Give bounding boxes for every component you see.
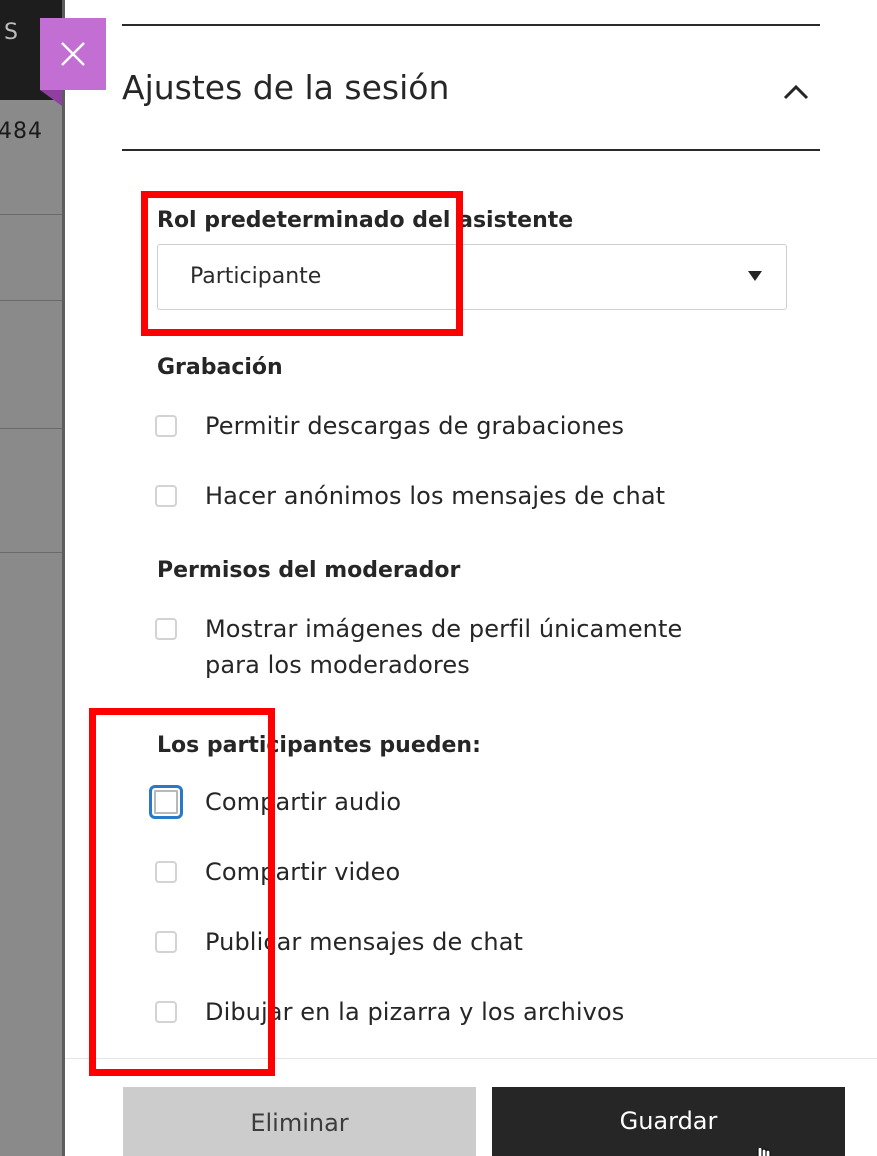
title-divider xyxy=(122,149,820,151)
checkbox-label-line1: Mostrar imágenes de perfil únicamente xyxy=(205,615,683,643)
background-divider xyxy=(0,428,62,429)
collapse-button[interactable] xyxy=(776,74,816,110)
background-content xyxy=(0,100,62,1156)
chevron-up-icon xyxy=(783,84,809,100)
checkbox-box[interactable] xyxy=(155,861,177,883)
save-button[interactable]: Guardar xyxy=(492,1087,845,1156)
screen: S 484 Ajustes de la sesión Rol predeterm… xyxy=(0,0,877,1156)
checkbox-label: Hacer anónimos los mensajes de chat xyxy=(205,482,666,510)
background-number: 484 xyxy=(0,119,43,144)
checkbox-box[interactable] xyxy=(155,1001,177,1023)
delete-button[interactable]: Eliminar xyxy=(123,1087,476,1156)
background-divider xyxy=(0,552,62,553)
background-divider xyxy=(0,214,62,215)
checkbox-share-audio[interactable]: Compartir audio xyxy=(149,785,401,820)
checkbox-post-chat[interactable]: Publicar mensajes de chat xyxy=(155,928,523,960)
default-role-label: Rol predeterminado del asistente xyxy=(157,208,574,233)
participants-heading: Los participantes pueden: xyxy=(157,733,481,758)
footer-divider xyxy=(65,1058,877,1059)
default-role-value: Participante xyxy=(190,264,322,289)
checkbox-box[interactable] xyxy=(149,785,183,819)
recording-heading: Grabación xyxy=(157,355,283,380)
checkbox-label: Publicar mensajes de chat xyxy=(205,928,524,956)
moderator-heading: Permisos del moderador xyxy=(157,558,461,583)
checkbox-profile-images-moderators[interactable]: Mostrar imágenes de perfil únicamente pa… xyxy=(155,615,682,683)
checkbox-label: Permitir descargas de grabaciones xyxy=(205,412,625,440)
background-page: S 484 xyxy=(0,0,62,1156)
hand-cursor-icon xyxy=(757,1148,763,1156)
default-role-select[interactable]: Participante xyxy=(157,244,787,310)
background-topbar-text: S xyxy=(4,20,18,45)
background-divider xyxy=(0,300,62,301)
checkbox-box[interactable] xyxy=(155,931,177,953)
section-title: Ajustes de la sesión xyxy=(122,68,450,107)
checkbox-label: Compartir audio xyxy=(205,788,402,816)
checkbox-label: Mostrar imágenes de perfil únicamente pa… xyxy=(205,611,682,683)
checkbox-draw-whiteboard[interactable]: Dibujar en la pizarra y los archivos xyxy=(155,998,624,1030)
checkbox-label-line2: para los moderadores xyxy=(205,651,470,679)
top-divider xyxy=(122,24,820,26)
close-icon xyxy=(61,42,85,66)
close-button[interactable] xyxy=(40,18,106,90)
save-button-label: Guardar xyxy=(619,1107,718,1135)
delete-button-label: Eliminar xyxy=(250,1109,349,1137)
checkbox-allow-recording-downloads[interactable]: Permitir descargas de grabaciones xyxy=(155,412,624,444)
dropdown-caret-icon xyxy=(748,271,762,281)
checkbox-label: Dibujar en la pizarra y los archivos xyxy=(205,998,625,1026)
checkbox-share-video[interactable]: Compartir video xyxy=(155,858,400,890)
checkbox-anonymize-chat[interactable]: Hacer anónimos los mensajes de chat xyxy=(155,482,665,514)
checkbox-label: Compartir video xyxy=(205,858,401,886)
checkbox-box[interactable] xyxy=(155,485,177,507)
close-button-tab-corner xyxy=(40,90,62,106)
checkbox-box[interactable] xyxy=(155,618,177,640)
checkbox-box[interactable] xyxy=(155,415,177,437)
